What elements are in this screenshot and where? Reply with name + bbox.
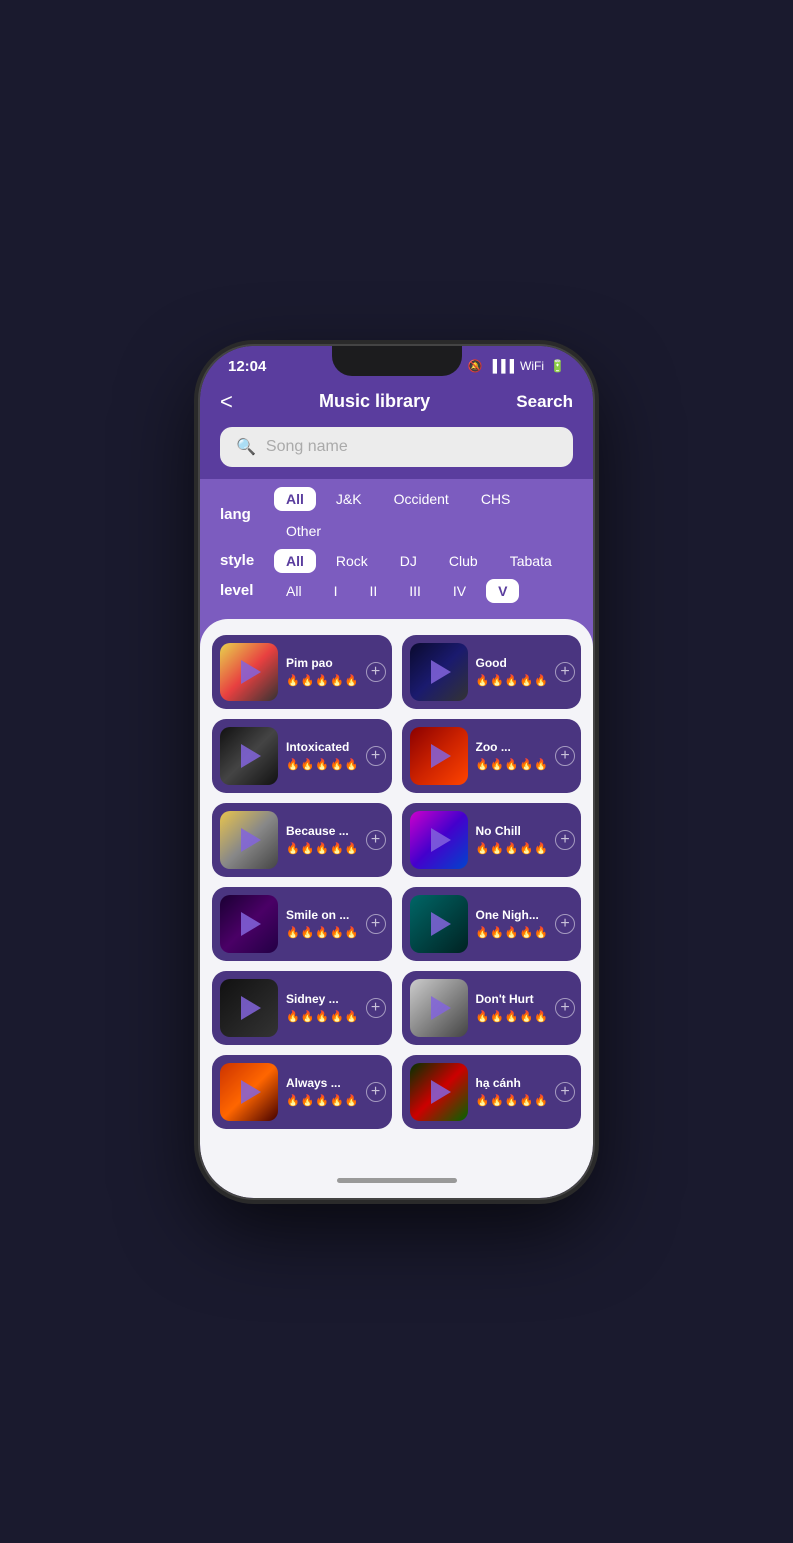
level-chip-ii[interactable]: II — [357, 579, 389, 603]
lang-chip-chs[interactable]: CHS — [469, 487, 523, 511]
phone-frame: 12:04 🔕 ▐▐▐ WiFi 🔋 < Music library Searc… — [200, 346, 593, 1198]
level-chip-all[interactable]: All — [274, 579, 314, 603]
add-song-button[interactable]: + — [555, 830, 575, 850]
lang-chip-occident[interactable]: Occident — [382, 487, 461, 511]
lang-chip-all[interactable]: All — [274, 487, 316, 511]
song-card-11[interactable]: Always ... 🔥🔥🔥🔥🔥 + — [212, 1055, 392, 1129]
play-icon — [431, 660, 451, 684]
add-song-button[interactable]: + — [366, 1082, 386, 1102]
mute-icon: 🔕 — [468, 359, 483, 373]
song-card-12[interactable]: hạ cánh 🔥🔥🔥🔥🔥 + — [402, 1055, 582, 1129]
screen: 12:04 🔕 ▐▐▐ WiFi 🔋 < Music library Searc… — [200, 346, 593, 1198]
signal-icon: ▐▐▐ — [489, 359, 515, 373]
add-song-button[interactable]: + — [366, 662, 386, 682]
level-chip-iv[interactable]: IV — [441, 579, 478, 603]
song-card-3[interactable]: Intoxicated 🔥🔥🔥🔥🔥 + — [212, 719, 392, 793]
add-song-button[interactable]: + — [366, 998, 386, 1018]
play-icon — [241, 912, 261, 936]
song-thumbnail — [220, 979, 278, 1037]
style-filter-row: style All Rock DJ Club Tabata — [220, 549, 573, 573]
search-button[interactable]: Search — [516, 392, 573, 412]
lang-chip-other[interactable]: Other — [274, 519, 333, 543]
lang-label: lang — [220, 506, 264, 523]
search-input[interactable]: Song name — [266, 438, 348, 456]
search-icon: 🔍 — [236, 437, 256, 457]
song-card-1[interactable]: Pim pao 🔥🔥🔥🔥🔥 + — [212, 635, 392, 709]
level-chip-v[interactable]: V — [486, 579, 519, 603]
level-chip-iii[interactable]: III — [397, 579, 433, 603]
battery-icon: 🔋 — [550, 359, 565, 373]
play-icon — [431, 1080, 451, 1104]
lang-chips: All J&K Occident CHS Other — [274, 487, 573, 543]
lang-filter-row: lang All J&K Occident CHS Other — [220, 487, 573, 543]
style-chip-dj[interactable]: DJ — [388, 549, 429, 573]
songs-content: Pim pao 🔥🔥🔥🔥🔥 + Good 🔥🔥🔥🔥🔥 + Intoxicated… — [200, 619, 593, 1164]
add-song-button[interactable]: + — [555, 914, 575, 934]
play-icon — [241, 996, 261, 1020]
play-icon — [431, 828, 451, 852]
song-thumbnail — [220, 811, 278, 869]
add-song-button[interactable]: + — [366, 914, 386, 934]
song-thumbnail — [220, 895, 278, 953]
song-card-2[interactable]: Good 🔥🔥🔥🔥🔥 + — [402, 635, 582, 709]
song-thumbnail — [220, 643, 278, 701]
add-song-button[interactable]: + — [366, 746, 386, 766]
songs-grid: Pim pao 🔥🔥🔥🔥🔥 + Good 🔥🔥🔥🔥🔥 + Intoxicated… — [212, 635, 581, 1129]
level-label: level — [220, 582, 264, 599]
level-filter-row: level All I II III IV V — [220, 579, 573, 603]
song-card-7[interactable]: Smile on ... 🔥🔥🔥🔥🔥 + — [212, 887, 392, 961]
style-chip-tabata[interactable]: Tabata — [498, 549, 564, 573]
status-icons: 🔕 ▐▐▐ WiFi 🔋 — [468, 359, 565, 373]
level-chip-i[interactable]: I — [322, 579, 350, 603]
play-icon — [241, 828, 261, 852]
lang-chip-jk[interactable]: J&K — [324, 487, 374, 511]
search-bar[interactable]: 🔍 Song name — [220, 427, 573, 467]
back-button[interactable]: < — [220, 389, 233, 415]
home-indicator — [337, 1178, 457, 1183]
play-icon — [431, 744, 451, 768]
style-label: style — [220, 552, 264, 569]
filters: lang All J&K Occident CHS Other style Al… — [200, 479, 593, 619]
song-thumbnail — [220, 1063, 278, 1121]
song-card-10[interactable]: Don't Hurt 🔥🔥🔥🔥🔥 + — [402, 971, 582, 1045]
song-card-9[interactable]: Sidney ... 🔥🔥🔥🔥🔥 + — [212, 971, 392, 1045]
song-thumbnail — [410, 643, 468, 701]
wifi-icon: WiFi — [520, 359, 544, 373]
add-song-button[interactable]: + — [555, 998, 575, 1018]
play-icon — [241, 1080, 261, 1104]
song-thumbnail — [410, 811, 468, 869]
song-thumbnail — [410, 1063, 468, 1121]
level-chips: All I II III IV V — [274, 579, 519, 603]
style-chip-club[interactable]: Club — [437, 549, 490, 573]
play-icon — [241, 660, 261, 684]
song-card-8[interactable]: One Nigh... 🔥🔥🔥🔥🔥 + — [402, 887, 582, 961]
song-thumbnail — [410, 895, 468, 953]
add-song-button[interactable]: + — [555, 662, 575, 682]
page-title: Music library — [319, 391, 430, 412]
song-card-4[interactable]: Zoo ... 🔥🔥🔥🔥🔥 + — [402, 719, 582, 793]
play-icon — [431, 912, 451, 936]
song-thumbnail — [410, 727, 468, 785]
song-card-6[interactable]: No Chill 🔥🔥🔥🔥🔥 + — [402, 803, 582, 877]
style-chips: All Rock DJ Club Tabata — [274, 549, 564, 573]
play-icon — [241, 744, 261, 768]
bottom-bar — [200, 1164, 593, 1198]
song-card-5[interactable]: Because ... 🔥🔥🔥🔥🔥 + — [212, 803, 392, 877]
status-time: 12:04 — [228, 358, 266, 375]
song-thumbnail — [220, 727, 278, 785]
play-icon — [431, 996, 451, 1020]
notch — [332, 346, 462, 376]
add-song-button[interactable]: + — [366, 830, 386, 850]
song-thumbnail — [410, 979, 468, 1037]
style-chip-rock[interactable]: Rock — [324, 549, 380, 573]
header-nav: < Music library Search — [220, 389, 573, 415]
add-song-button[interactable]: + — [555, 746, 575, 766]
style-chip-all[interactable]: All — [274, 549, 316, 573]
add-song-button[interactable]: + — [555, 1082, 575, 1102]
header: < Music library Search 🔍 Song name — [200, 381, 593, 479]
